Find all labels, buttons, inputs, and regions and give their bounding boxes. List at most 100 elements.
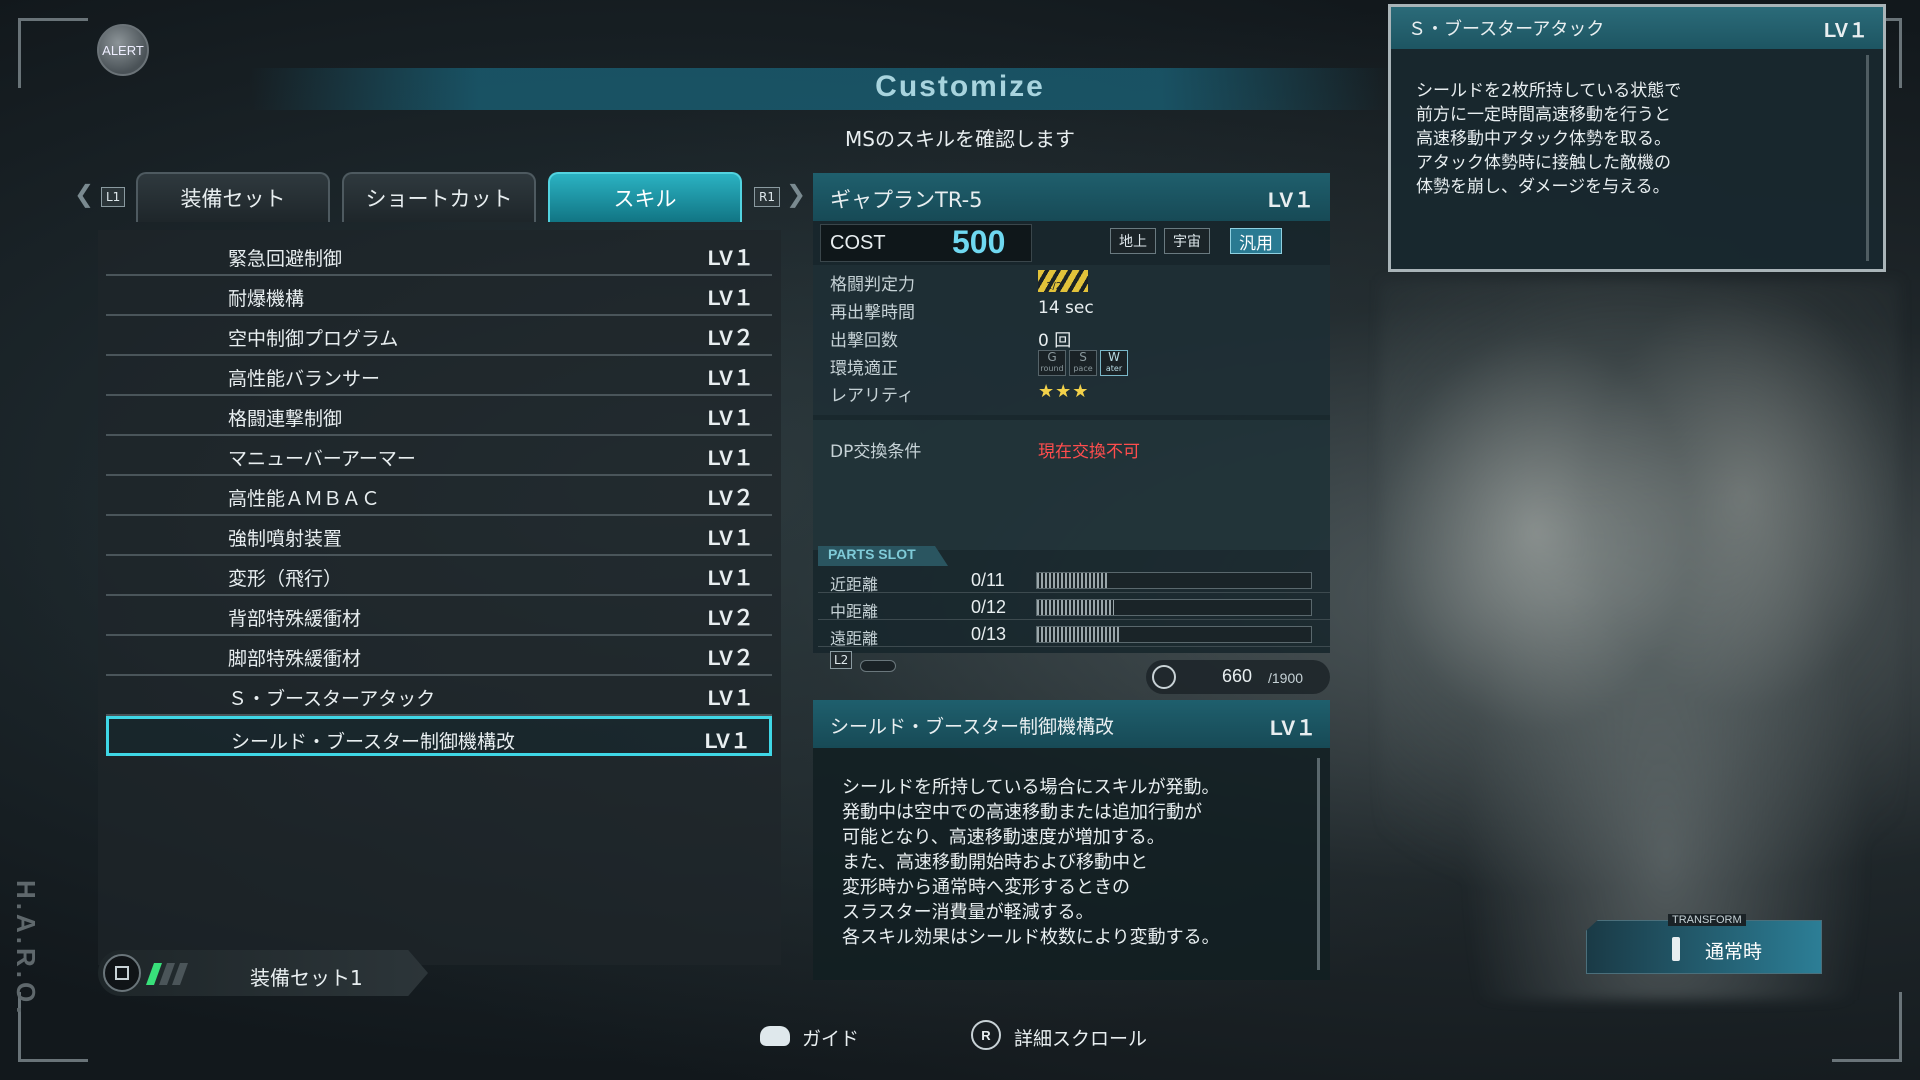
env-general-button[interactable]: 汎用 xyxy=(1230,228,1282,254)
dp-value: 現在交換不可 xyxy=(1038,442,1140,462)
skill-name: シールド・ブースター制御機構改 xyxy=(231,731,516,753)
loadout-indicator xyxy=(145,963,189,985)
skill-list: 緊急回避制御 LV１ 耐爆機構 LV１ 空中制御プログラム LV２ 高性能バランサー L… xyxy=(98,230,781,965)
tab-equipment-set[interactable]: 装備セット xyxy=(136,172,330,222)
skill-name: 耐爆機構 xyxy=(228,288,305,310)
tab-shortcut[interactable]: ショートカット xyxy=(342,172,536,222)
skill-row[interactable]: 背部特殊緩衝材 LV２ xyxy=(106,596,772,636)
parts-slot-title: PARTS SLOT xyxy=(818,546,948,566)
env-suitability: Ground Space Water xyxy=(1038,350,1128,376)
skill-popup-title: Ｓ・ブースターアタック xyxy=(1408,19,1605,40)
skill-level: LV１ xyxy=(707,287,754,310)
env-sub: ater xyxy=(1105,364,1123,373)
l1-button-icon[interactable]: L1 xyxy=(101,187,126,207)
env-space-button[interactable]: 宇宙 xyxy=(1164,228,1210,254)
skill-level: LV１ xyxy=(707,527,754,550)
slot-count: 0/13 xyxy=(971,624,1007,644)
tab-label: スキル xyxy=(613,187,677,211)
sortie-count: 0 回 xyxy=(1038,331,1072,351)
skill-row[interactable]: 変形（飛行） LV１ xyxy=(106,556,772,596)
alert-icon: ALERT xyxy=(97,24,149,76)
env-ground-button[interactable]: 地上 xyxy=(1110,228,1156,254)
slot-count: 0/12 xyxy=(971,597,1007,617)
env-sub: round xyxy=(1040,364,1064,373)
melee-rating-value: 1/2 xyxy=(1046,281,1063,292)
water-env-icon: Water xyxy=(1100,350,1128,376)
skill-level: LV１ xyxy=(707,247,754,270)
slot-capacity-fill xyxy=(1037,573,1109,588)
l2-button-icon[interactable]: L2 xyxy=(830,651,853,669)
stat-label: 再出撃時間 xyxy=(830,303,915,323)
skill-row[interactable]: マニューバーアーマー LV１ xyxy=(106,436,772,476)
stat-label: 出撃回数 xyxy=(830,331,898,351)
page-dots xyxy=(860,660,896,672)
skill-level: LV１ xyxy=(707,567,754,590)
page-subtitle: MSのスキルを確認します xyxy=(845,127,1075,151)
stat-label: 格闘判定力 xyxy=(830,275,915,295)
skill-detail-text: シールドを所持している場合にスキルが発動。 発動中は空中での高速移動または追加行… xyxy=(842,777,1220,948)
transform-toggle[interactable] xyxy=(1586,920,1822,974)
skill-row[interactable]: Ｓ・ブースターアタック LV１ xyxy=(106,676,772,716)
skill-detail-level: LV１ xyxy=(1270,717,1317,740)
chevron-left-icon[interactable]: ❮ xyxy=(74,180,94,208)
skill-row[interactable]: 脚部特殊緩衝材 LV２ xyxy=(106,636,772,676)
scroll-label: 詳細スクロール xyxy=(1014,1028,1148,1050)
page-title: Customize xyxy=(875,70,1045,103)
r1-button-icon[interactable]: R1 xyxy=(754,187,780,207)
slot-name: 中距離 xyxy=(830,602,879,621)
tab-skill[interactable]: スキル xyxy=(548,172,742,222)
env-letter: G xyxy=(1047,350,1057,364)
square-button-icon[interactable] xyxy=(103,954,141,992)
skill-row[interactable]: 空中制御プログラム LV２ xyxy=(106,316,772,356)
slot-name: 近距離 xyxy=(830,575,879,594)
skill-name: 空中制御プログラム xyxy=(228,328,399,350)
cost-value: 500 xyxy=(952,224,1006,260)
slot-row-mid[interactable]: 中距離 0/12 xyxy=(818,595,1330,621)
skill-name: 緊急回避制御 xyxy=(228,248,343,270)
skill-row[interactable]: 高性能ＡＭＢＡＣ LV２ xyxy=(106,476,772,516)
ground-env-icon: Ground xyxy=(1038,350,1066,376)
slot-count: 0/11 xyxy=(971,570,1005,590)
stat-label: 環境適正 xyxy=(830,359,898,379)
skill-row[interactable]: 緊急回避制御 LV１ xyxy=(106,236,772,276)
skill-popup-scrollbar[interactable] xyxy=(1866,55,1869,261)
loadout-label: 装備セット1 xyxy=(250,966,363,990)
capacity-value: 660 xyxy=(1222,666,1253,686)
rarity-stars: ★★★ xyxy=(1038,381,1090,402)
slot-row-long[interactable]: 遠距離 0/13 xyxy=(818,622,1330,648)
skill-row[interactable]: 耐爆機構 LV１ xyxy=(106,276,772,316)
skill-detail-scrollbar[interactable] xyxy=(1317,758,1320,970)
right-stick-icon[interactable]: R xyxy=(971,1020,1001,1050)
ms-level: LV１ xyxy=(1268,189,1315,212)
env-sub: pace xyxy=(1073,364,1093,373)
skill-name: Ｓ・ブースターアタック xyxy=(228,688,436,710)
skill-name: 強制噴射装置 xyxy=(228,528,343,550)
guide-label: ガイド xyxy=(802,1028,860,1050)
touchpad-icon[interactable] xyxy=(760,1026,790,1046)
skill-popup-level: LV１ xyxy=(1824,20,1869,42)
skill-row-selected[interactable]: シールド・ブースター制御機構改 LV１ xyxy=(106,716,772,756)
ms-name: ギャプランTR-5 xyxy=(830,188,983,212)
skill-level: LV１ xyxy=(704,730,751,753)
cost-label: COST xyxy=(830,232,886,254)
background-robot xyxy=(1380,280,1900,1000)
skill-row[interactable]: 強制噴射装置 LV１ xyxy=(106,516,772,556)
skill-row[interactable]: 格闘連撃制御 LV１ xyxy=(106,396,772,436)
skill-row[interactable]: 高性能バランサー LV１ xyxy=(106,356,772,396)
skill-name: 変形（飛行） xyxy=(228,568,343,590)
skill-name: 背部特殊緩衝材 xyxy=(228,608,362,630)
slot-name: 遠距離 xyxy=(830,629,879,648)
wrench-icon xyxy=(1152,665,1176,689)
skill-level: LV１ xyxy=(707,687,754,710)
stat-label: レアリティ xyxy=(830,386,914,406)
slot-row-short[interactable]: 近距離 0/11 xyxy=(818,568,1330,594)
chevron-right-icon[interactable]: ❯ xyxy=(786,180,806,208)
space-env-icon: Space xyxy=(1069,350,1097,376)
respawn-time: 14 sec xyxy=(1038,298,1094,318)
transform-value: 通常時 xyxy=(1705,941,1763,963)
dp-label: DP交換条件 xyxy=(830,442,922,462)
tab-label: 装備セット xyxy=(180,187,286,211)
corner-bracket-top-left xyxy=(18,18,88,88)
capacity-max: /1900 xyxy=(1268,670,1304,686)
skill-level: LV１ xyxy=(707,367,754,390)
